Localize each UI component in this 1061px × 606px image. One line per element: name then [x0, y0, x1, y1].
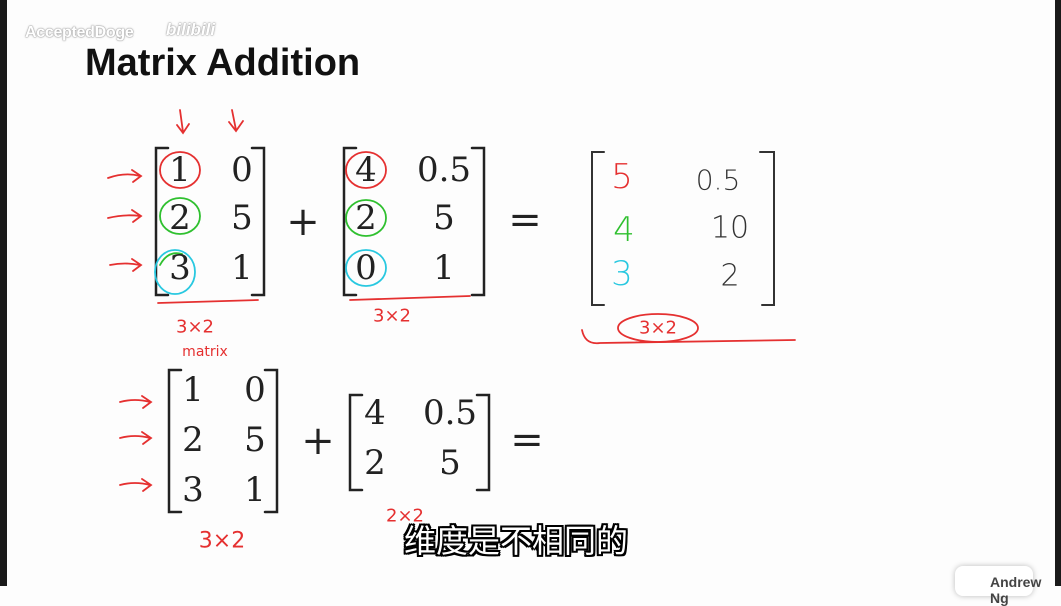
matrix-c-cell: 5	[244, 420, 266, 460]
matrix-a-cell: 1	[169, 150, 191, 190]
matrix-a-cell: 3	[169, 248, 191, 288]
matrix-c-cell: 2	[182, 420, 204, 460]
matrix-b-cell: 0.5	[416, 150, 472, 190]
subtitle: 维度是不相同的	[404, 522, 629, 560]
matrix-d-cell: 5	[439, 443, 461, 483]
dimension-label-result: 3×2	[639, 317, 677, 339]
bracket-c-right	[263, 368, 279, 514]
matrix-a-cell: 0	[231, 150, 253, 190]
matrix-d-cell: 0.5	[422, 393, 478, 433]
matrix-c-cell: 1	[244, 470, 266, 510]
matrix-a-cell: 1	[231, 248, 253, 288]
matrix-b-cell: 2	[355, 198, 377, 238]
plus-sign: +	[286, 199, 320, 245]
matrix-d-cell: 2	[364, 443, 386, 483]
result-cell: 4	[613, 210, 635, 250]
result-cell: 2	[720, 258, 740, 294]
matrix-b-cell: 5	[433, 198, 455, 238]
result-cell: 0.5	[695, 163, 741, 197]
dimension-note-a: matrix	[182, 344, 228, 360]
matrix-c-cell: 1	[182, 370, 204, 410]
annotation-layer	[107, 109, 796, 514]
matrix-a-cell: 2	[169, 198, 191, 238]
dimension-label-c: 3×2	[198, 528, 246, 554]
equals-sign: =	[510, 417, 544, 463]
result-cell: 10	[710, 210, 750, 246]
result-cell: 3	[611, 254, 633, 294]
bracket-d-left	[348, 393, 364, 492]
bracket-d-right	[475, 393, 491, 492]
bracket-a-right	[250, 146, 266, 297]
result-cell: 5	[611, 157, 633, 197]
dimension-label-a: 3×2	[176, 316, 214, 338]
slide-author: Andrew Ng	[990, 574, 1042, 606]
matrix-b-cell: 4	[355, 150, 377, 190]
dimension-label-b: 3×2	[373, 305, 411, 327]
plus-sign: +	[301, 418, 335, 464]
matrix-a-cell: 5	[231, 198, 253, 238]
matrix-d-cell: 4	[364, 393, 386, 433]
bracket-b-right	[470, 146, 486, 297]
matrix-c-cell: 3	[182, 470, 204, 510]
equals-sign: =	[508, 197, 542, 243]
matrix-c-cell: 0	[244, 370, 266, 410]
matrix-b-cell: 1	[433, 248, 455, 288]
bracket-c-left	[167, 368, 183, 514]
matrix-b-cell: 0	[355, 248, 377, 288]
bracket-a-left	[154, 146, 170, 297]
